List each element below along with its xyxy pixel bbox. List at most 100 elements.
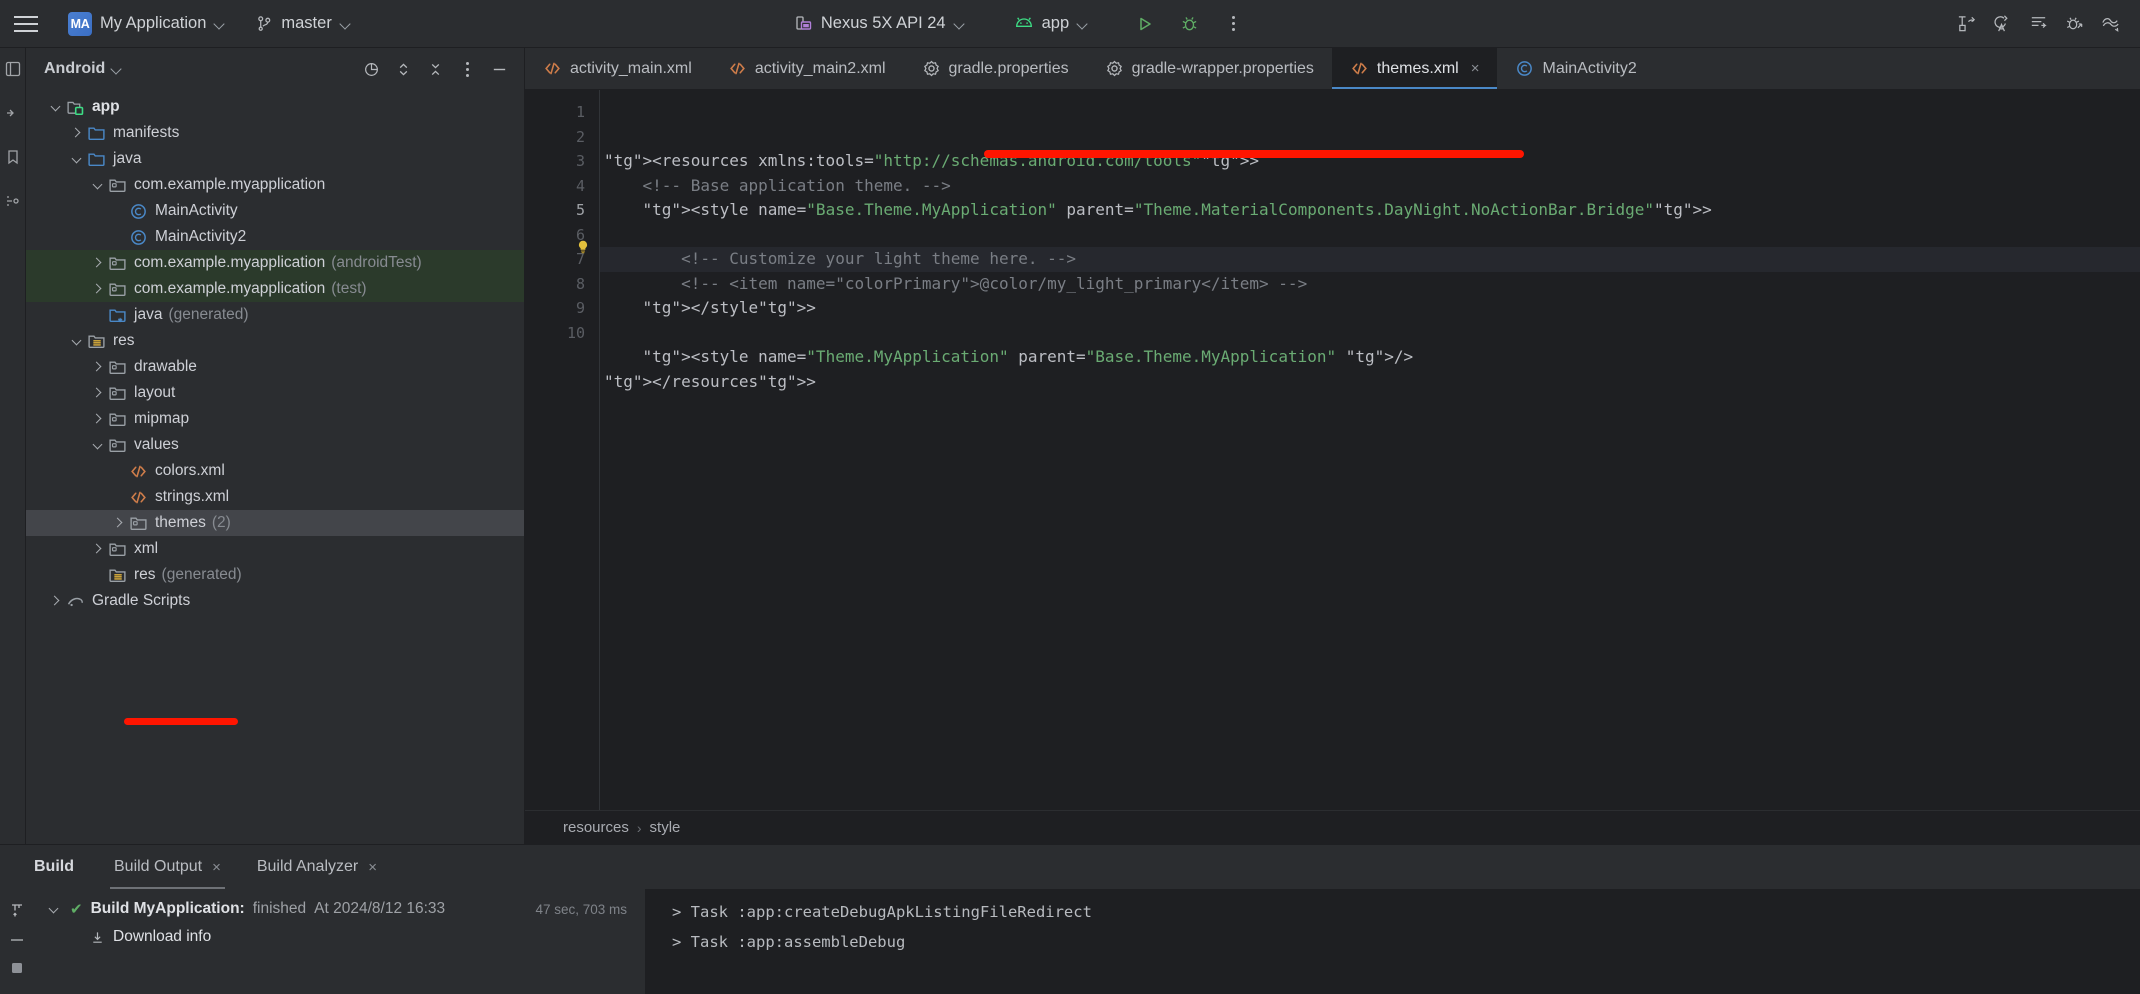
tree-row-mainactivity[interactable]: MainActivity — [26, 198, 524, 224]
toolbar-left-group: MA My Application master — [8, 8, 358, 40]
tree-arrow-placeholder — [111, 463, 127, 479]
soft-wrap-icon[interactable] — [8, 935, 26, 945]
chevron-right-icon[interactable] — [90, 385, 106, 401]
package-folder-icon — [129, 514, 148, 533]
layout-inspector-icon[interactable] — [1950, 8, 1982, 40]
branch-selector[interactable]: master — [248, 10, 357, 37]
tab-mainactivity2[interactable]: MainActivity2 — [1497, 48, 1654, 89]
tree-row-colors-xml[interactable]: colors.xml — [26, 458, 524, 484]
tree-row-layout[interactable]: layout — [26, 380, 524, 406]
editor-tabs: activity_main.xml activity_main2.xml gra… — [525, 48, 2140, 90]
chevron-down-icon[interactable] — [90, 437, 106, 453]
tree-row-values[interactable]: values — [26, 432, 524, 458]
more-vertical-icon[interactable] — [1217, 8, 1249, 40]
project-view-icon[interactable] — [2, 58, 24, 80]
chevron-right-icon[interactable] — [69, 125, 85, 141]
tree-row-app[interactable]: app — [26, 94, 524, 120]
tree-row-com-example-myapplication[interactable]: com.example.myapplication (test) — [26, 276, 524, 302]
resource-manager-icon[interactable] — [2, 102, 24, 124]
chevron-right-icon[interactable] — [90, 255, 106, 271]
tab-gradle-properties[interactable]: gradle.properties — [904, 48, 1087, 89]
tree-arrow-placeholder — [90, 307, 106, 323]
chevron-right-icon[interactable] — [90, 359, 106, 375]
chevron-down-icon[interactable] — [69, 151, 85, 167]
tab-gradle-wrapper-properties[interactable]: gradle-wrapper.properties — [1087, 48, 1332, 89]
run-button[interactable] — [1129, 8, 1161, 40]
chevron-down-icon[interactable] — [90, 177, 106, 193]
chevron-right-icon[interactable] — [48, 593, 64, 609]
annotation-underline-code — [984, 150, 1524, 158]
collapse-all-icon[interactable] — [422, 56, 448, 82]
breadcrumb-separator: › — [636, 819, 642, 836]
tree-row-com-example-myapplication[interactable]: com.example.myapplication (androidTest) — [26, 250, 524, 276]
close-icon[interactable]: × — [212, 859, 221, 876]
project-selector[interactable]: MA My Application — [60, 8, 232, 40]
close-icon[interactable]: × — [1471, 60, 1480, 77]
download-info-row[interactable]: Download info — [34, 923, 645, 951]
package-folder-icon — [108, 280, 127, 299]
tree-row-drawable[interactable]: drawable — [26, 354, 524, 380]
tree-row-themes[interactable]: themes (2) — [26, 510, 524, 536]
chevron-right-icon[interactable] — [90, 411, 106, 427]
tree-row-strings-xml[interactable]: strings.xml — [26, 484, 524, 510]
logcat-icon[interactable] — [2022, 8, 2054, 40]
app-quality-insights-icon[interactable] — [2094, 8, 2126, 40]
tree-row-suffix: (test) — [331, 280, 367, 297]
build-summary-row[interactable]: ✔ Build MyApplication: finished At 2024/… — [34, 895, 645, 923]
xml-file-icon — [129, 462, 148, 481]
tree-row-mipmap[interactable]: mipmap — [26, 406, 524, 432]
tree-row-mainactivity2[interactable]: MainActivity2 — [26, 224, 524, 250]
code-content[interactable]: "tg"><resources xmlns:tools="http://sche… — [599, 90, 2140, 810]
code-with-me-icon[interactable] — [1986, 8, 2018, 40]
tree-row-xml[interactable]: xml — [26, 536, 524, 562]
chevron-right-icon[interactable] — [90, 541, 106, 557]
tree-row-java[interactable]: java (generated) — [26, 302, 524, 328]
hide-icon[interactable] — [486, 56, 512, 82]
lightbulb-icon[interactable] — [575, 239, 591, 255]
chevron-right-icon[interactable] — [111, 515, 127, 531]
chevron-down-icon[interactable] — [46, 901, 62, 917]
bookmarks-icon[interactable] — [2, 146, 24, 168]
profiler-icon[interactable] — [2058, 8, 2090, 40]
filter-icon[interactable] — [8, 901, 26, 919]
tree-row-res[interactable]: res (generated) — [26, 562, 524, 588]
xml-file-icon — [728, 59, 747, 78]
tab-themes-xml[interactable]: themes.xml × — [1331, 48, 1498, 89]
chevron-down-icon — [1077, 19, 1087, 29]
tree-row-label: com.example.myapplication — [134, 254, 326, 271]
tab-build-analyzer[interactable]: Build Analyzer × — [239, 845, 395, 889]
tree-row-label: app — [92, 98, 120, 115]
chevron-right-icon[interactable] — [90, 281, 106, 297]
device-selector[interactable]: Nexus 5X API 24 — [787, 10, 972, 37]
chevron-down-icon[interactable] — [69, 333, 85, 349]
annotation-underline-themes — [124, 718, 238, 725]
expand-collapse-icon[interactable] — [390, 56, 416, 82]
settings-icon[interactable] — [10, 961, 24, 975]
tree-row-label: com.example.myapplication — [134, 176, 326, 193]
tree-row-com-example-myapplication[interactable]: com.example.myapplication — [26, 172, 524, 198]
build-task-log[interactable]: > Task :app:createDebugApkListingFileRed… — [646, 889, 2140, 994]
close-icon[interactable]: × — [368, 859, 377, 876]
breadcrumb-item[interactable]: style — [650, 819, 681, 836]
options-icon[interactable] — [454, 56, 480, 82]
chevron-down-icon[interactable] — [111, 64, 121, 74]
hamburger-icon[interactable] — [8, 9, 44, 39]
tab-label: gradle-wrapper.properties — [1131, 59, 1314, 77]
line-number: 3 — [575, 152, 585, 170]
tab-activity-main-xml[interactable]: activity_main.xml — [525, 48, 710, 89]
debug-button[interactable] — [1173, 8, 1205, 40]
select-opened-file-icon[interactable] — [358, 56, 384, 82]
breadcrumb-item[interactable]: resources — [563, 819, 629, 836]
tab-activity-main2-xml[interactable]: activity_main2.xml — [710, 48, 904, 89]
structure-icon[interactable] — [2, 190, 24, 212]
run-configuration-selector[interactable]: app — [1006, 10, 1096, 37]
tree-row-java[interactable]: java — [26, 146, 524, 172]
tree-row-label: res — [134, 566, 156, 583]
tree-row-gradle-scripts[interactable]: Gradle Scripts — [26, 588, 524, 614]
code-editor[interactable]: 1 2 3 4 5 6 7 8 9 10 "tg"><resources xmlns:tools=… — [525, 90, 2140, 810]
tab-build-output[interactable]: Build Output × — [96, 845, 239, 889]
chevron-down-icon[interactable] — [48, 99, 64, 115]
tree-row-res[interactable]: res — [26, 328, 524, 354]
project-panel: Android app manifests java com.example.m… — [26, 48, 525, 844]
tree-row-manifests[interactable]: manifests — [26, 120, 524, 146]
